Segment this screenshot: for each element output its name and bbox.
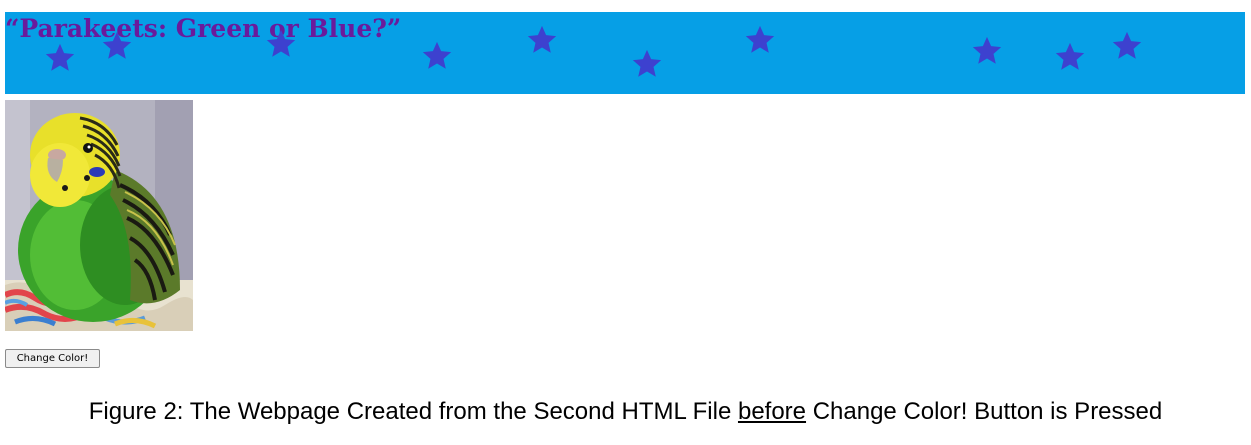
parakeet-image bbox=[5, 100, 193, 331]
star-icon bbox=[43, 41, 77, 75]
change-color-button[interactable]: Change Color! bbox=[5, 349, 100, 368]
star-icon bbox=[525, 23, 559, 57]
figure-caption: Figure 2: The Webpage Created from the S… bbox=[0, 398, 1251, 426]
caption-emphasis: before bbox=[737, 398, 807, 425]
star-icon bbox=[970, 34, 1004, 68]
star-icon bbox=[100, 29, 134, 63]
caption-suffix: Change Color! Button is Pressed bbox=[806, 398, 1163, 425]
star-icon bbox=[1110, 29, 1144, 63]
star-icon bbox=[420, 39, 454, 73]
caption-prefix: Figure 2: The Webpage Created from the S… bbox=[88, 398, 738, 425]
page-banner: “Parakeets: Green or Blue?” bbox=[5, 12, 1245, 94]
star-icon bbox=[743, 23, 777, 57]
page-title: “Parakeets: Green or Blue?” bbox=[5, 14, 402, 43]
star-icon bbox=[264, 27, 298, 61]
star-icon bbox=[630, 47, 664, 81]
star-icon bbox=[1053, 40, 1087, 74]
